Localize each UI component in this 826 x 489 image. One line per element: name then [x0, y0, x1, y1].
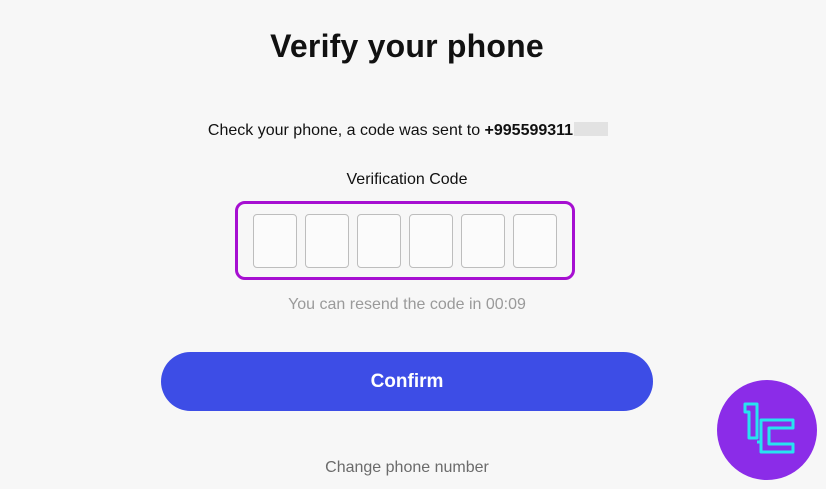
- page-title: Verify your phone: [270, 28, 544, 64]
- phone-number: +995599311: [484, 122, 574, 139]
- confirm-button[interactable]: Confirm: [161, 352, 653, 411]
- otp-digit-4[interactable]: [409, 214, 453, 268]
- otp-digit-2[interactable]: [305, 214, 349, 268]
- verification-code-label: Verification Code: [346, 171, 468, 188]
- otp-digit-6[interactable]: [513, 214, 557, 268]
- resend-countdown: You can resend the code in 00:09: [288, 296, 526, 313]
- verify-phone-page: Verify your phone Check your phone, a co…: [0, 0, 826, 489]
- change-phone-link[interactable]: Change phone number: [0, 459, 814, 477]
- code-sent-message: Check your phone, a code was sent to +99…: [0, 122, 816, 140]
- otp-digit-5[interactable]: [461, 214, 505, 268]
- masked-phone-digits: [574, 122, 609, 136]
- otp-digit-3[interactable]: [357, 214, 401, 268]
- otp-digit-1[interactable]: [253, 214, 297, 268]
- otp-input-group: [253, 214, 557, 268]
- tradingfinder-logo-icon: [717, 380, 817, 480]
- code-sent-prefix: Check your phone, a code was sent to: [207, 122, 485, 139]
- logo-mark-icon: [743, 402, 795, 454]
